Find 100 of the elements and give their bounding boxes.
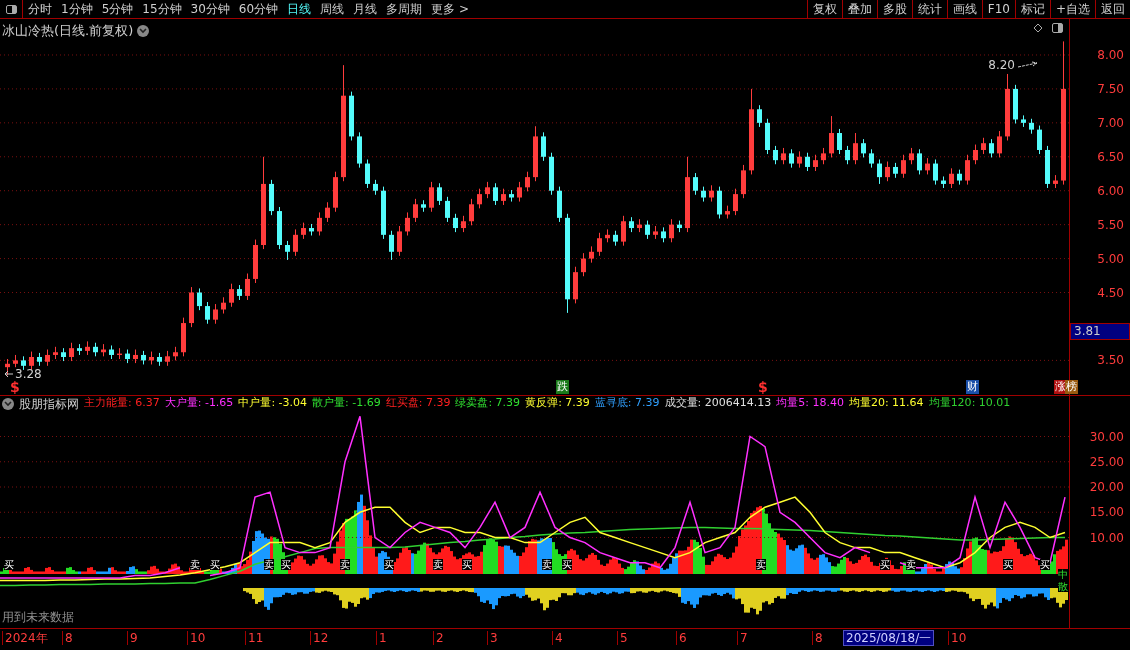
chart-title: 冰山冷热(日线.前复权) bbox=[2, 22, 134, 40]
legend-label: 均量20 bbox=[848, 395, 885, 412]
signal-label: 卖 bbox=[190, 559, 200, 570]
toolbar-button[interactable]: 多股 bbox=[876, 0, 912, 18]
indicator-value: 绿卖盘: 7.39 bbox=[455, 395, 521, 412]
candlestick bbox=[213, 303, 218, 325]
signal-label: 买 bbox=[1003, 559, 1013, 570]
date-axis-label: 2 bbox=[433, 631, 444, 645]
signal-label: 买 bbox=[562, 559, 572, 570]
candlestick bbox=[397, 225, 402, 257]
marker-tag: 榜 bbox=[1065, 380, 1078, 394]
candlestick bbox=[789, 148, 794, 169]
period-tab[interactable]: 月线 bbox=[353, 0, 378, 18]
candlestick bbox=[877, 158, 882, 185]
date-axis-label: 5 bbox=[617, 631, 628, 645]
candlestick bbox=[69, 342, 74, 362]
indicator-value: 黄反弹: 7.39 bbox=[525, 395, 590, 412]
date-axis-label: 8 bbox=[62, 631, 73, 645]
candlestick bbox=[29, 351, 34, 371]
indicator-axis-label: 10.00 bbox=[1089, 530, 1124, 545]
price-axis-label: 7.00 bbox=[1097, 115, 1124, 130]
arrow-icon bbox=[1017, 61, 1039, 69]
period-tab[interactable]: 15分钟 bbox=[142, 0, 182, 18]
toolbar-button[interactable]: 复权 bbox=[806, 0, 842, 18]
candlestick bbox=[413, 198, 418, 223]
candlestick bbox=[229, 283, 234, 308]
candlestick bbox=[773, 145, 778, 165]
candlestick bbox=[621, 215, 626, 247]
candlestick bbox=[453, 213, 458, 233]
candlestick bbox=[541, 131, 546, 162]
candlestick bbox=[389, 230, 394, 261]
marker-tag: 财 bbox=[966, 380, 979, 394]
candlestick bbox=[317, 211, 322, 237]
period-tab[interactable]: 1分钟 bbox=[61, 0, 93, 18]
chevron-down-icon[interactable] bbox=[137, 24, 150, 37]
candlestick bbox=[197, 287, 202, 311]
signal-label: 卖 bbox=[340, 559, 350, 570]
indicator-axis-label: 20.00 bbox=[1089, 480, 1124, 494]
signal-label: 买 bbox=[462, 559, 472, 570]
candlestick bbox=[437, 182, 442, 206]
chevron-down-icon[interactable] bbox=[2, 397, 14, 410]
candlestick bbox=[861, 138, 866, 158]
low-price-label: 3.28 bbox=[15, 366, 42, 381]
candlestick bbox=[445, 196, 450, 223]
toolbar-button[interactable]: 返回 bbox=[1095, 0, 1130, 18]
marker-tag: 跌 bbox=[556, 380, 569, 394]
period-tab[interactable]: 分时 bbox=[28, 0, 52, 18]
period-tab[interactable]: 日线 bbox=[287, 0, 312, 18]
cursor-date-label: 2025/08/18/一 bbox=[843, 630, 935, 646]
legend-value: : 11.64 bbox=[884, 395, 924, 412]
diamond-icon[interactable] bbox=[1033, 23, 1043, 33]
candlestick bbox=[365, 158, 370, 189]
candlestick bbox=[293, 228, 298, 257]
toolbar-button[interactable]: +自选 bbox=[1049, 0, 1095, 18]
period-tab[interactable]: 5分钟 bbox=[101, 0, 134, 18]
candlestick bbox=[645, 220, 650, 240]
candlestick bbox=[285, 240, 290, 261]
candlestick bbox=[845, 145, 850, 165]
legend-value: : 18.40 bbox=[805, 395, 844, 412]
indicator-value: 成交量: 2006414.13 bbox=[664, 395, 772, 412]
signal-label: 卖 bbox=[756, 559, 766, 570]
candlestick bbox=[581, 252, 586, 277]
signal-label: 卖 bbox=[542, 559, 552, 570]
notice-text: 用到未来数据 bbox=[2, 609, 74, 626]
date-axis-label: 7 bbox=[737, 631, 748, 645]
toolbar-button[interactable]: F10 bbox=[981, 0, 1015, 18]
candlestick bbox=[933, 158, 938, 186]
period-tab[interactable]: 30分钟 bbox=[190, 0, 230, 18]
signal-label: 买 bbox=[281, 559, 291, 570]
period-tab[interactable]: 周线 bbox=[320, 0, 345, 18]
candlestick bbox=[917, 148, 922, 175]
toolbar-button[interactable]: 叠加 bbox=[841, 0, 877, 18]
arrow-icon bbox=[4, 370, 14, 378]
price-axis-label: 5.50 bbox=[1097, 217, 1124, 232]
marker-symbol: $ bbox=[758, 380, 768, 394]
toolbar-button[interactable]: 画线 bbox=[946, 0, 982, 18]
toolbar-button[interactable]: 统计 bbox=[911, 0, 947, 18]
candlestick bbox=[245, 273, 250, 301]
legend-label: 均量120 bbox=[928, 395, 972, 412]
date-axis-label: 8 bbox=[812, 631, 823, 645]
marker-symbol: $ bbox=[10, 380, 20, 394]
candlestick bbox=[205, 301, 210, 325]
panel-toggle-icon[interactable] bbox=[1052, 23, 1063, 33]
candlestick bbox=[1037, 125, 1042, 155]
toolbar-button[interactable]: 标记 bbox=[1014, 0, 1050, 18]
candlestick bbox=[949, 167, 954, 189]
candlestick bbox=[525, 171, 530, 192]
indicator-value: 蓝寻底: 7.39 bbox=[594, 395, 660, 412]
signal-label: 买 bbox=[880, 559, 890, 570]
period-tab[interactable]: 多周期 bbox=[386, 0, 423, 18]
candlestick bbox=[997, 130, 1002, 158]
signal-label: 买 bbox=[4, 559, 14, 570]
signal-label: 卖 bbox=[264, 559, 274, 570]
price-axis-label: 3.50 bbox=[1097, 353, 1124, 368]
period-tab[interactable]: 更多 > bbox=[431, 0, 469, 18]
indicator-axis-label: 25.00 bbox=[1089, 454, 1124, 469]
period-tab[interactable]: 60分钟 bbox=[238, 0, 279, 18]
candlestick bbox=[469, 198, 474, 226]
candlestick bbox=[429, 181, 434, 213]
price-axis-label: 7.50 bbox=[1097, 81, 1124, 96]
